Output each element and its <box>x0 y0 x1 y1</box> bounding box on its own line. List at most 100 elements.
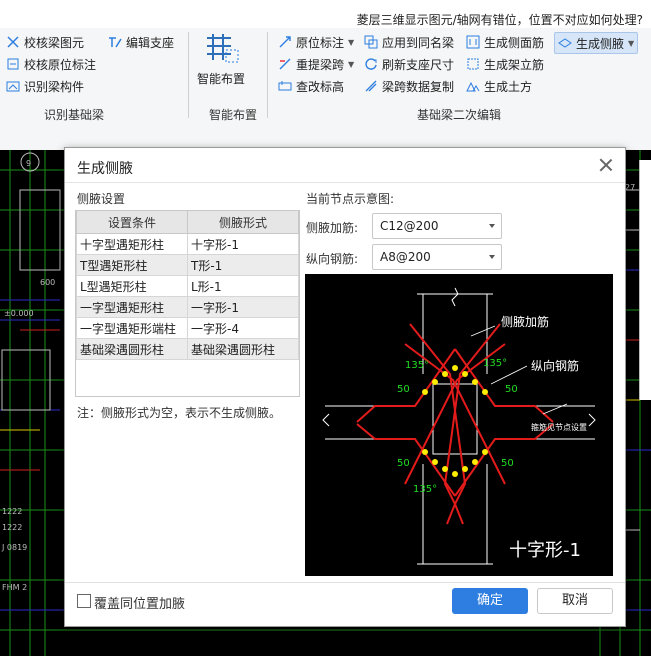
refresh-icon <box>364 57 378 71</box>
long-rebar-select[interactable]: A8@200 <box>372 244 502 270</box>
help-notice-bar: 菱层三维显示图元/轴网有错位，位置不对应如何处理? <box>0 8 651 28</box>
angle-label: 135° <box>405 360 429 371</box>
settings-label: 侧腋设置 <box>77 192 126 206</box>
table-note: 注：侧腋形式为空，表示不生成侧腋。 <box>77 406 282 420</box>
footer-divider <box>65 582 625 583</box>
group-label-smart: 智能布置 <box>209 108 258 122</box>
stirrup-note: 箍筋见节点设置 <box>531 422 587 432</box>
smart-layout-button[interactable]: 智能布置 <box>197 68 245 88</box>
ribbon-separator <box>188 32 189 118</box>
ribbon-toolbar: 校核梁图元 编辑支座 校核原位标注 识别梁构件 识别基础梁 智能布置 智能布置 … <box>0 28 651 125</box>
table-cell[interactable]: 一字形-1 <box>187 296 299 318</box>
node-preview: 侧腋加筋 纵向钢筋 135° 135° 135° 50 50 50 50 箍筋见… <box>305 274 613 576</box>
haunch-rebar-note: 侧腋加筋 <box>501 314 549 329</box>
svg-text:J 0819: J 0819 <box>1 543 27 552</box>
gen-earthwork-button[interactable]: 生成土方 <box>466 76 532 96</box>
close-icon[interactable] <box>597 156 615 174</box>
copy-icon <box>364 79 378 93</box>
ok-button[interactable]: 确定 <box>452 588 528 614</box>
table-cell: L型遇矩形柱 <box>76 275 188 297</box>
table-cell: 一字型遇矩形柱 <box>76 296 188 318</box>
table-cell[interactable]: 一字形-4 <box>187 317 299 339</box>
reprop-span-icon <box>278 57 292 71</box>
earthwork-icon <box>466 79 480 93</box>
table-header: 侧腋形式 <box>187 210 299 234</box>
haunch-rebar-select[interactable]: C12@200 <box>372 213 502 239</box>
haunch-rebar-label: 侧腋加筋: <box>306 221 359 235</box>
refresh-support-button[interactable]: 刷新支座尺寸 <box>364 54 454 74</box>
check-original-icon <box>6 57 20 71</box>
haunch-icon <box>558 36 572 50</box>
dimension-label: 50 <box>505 384 518 395</box>
cover-same-label[interactable]: 覆盖同位置加腋 <box>94 593 185 612</box>
table-row[interactable]: 十字型遇矩形柱 十字形-1 <box>76 233 299 255</box>
settings-table: 设置条件 侧腋形式 十字型遇矩形柱 十字形-1 T型遇矩形柱 T形-1 L型遇矩形柱… <box>76 210 299 360</box>
stirrup-icon <box>466 57 480 71</box>
dimension-label: 50 <box>397 384 410 395</box>
svg-text:9: 9 <box>26 159 31 168</box>
table-row[interactable]: 一字型遇矩形端柱 一字形-4 <box>76 317 299 339</box>
haunch-rebar-lines <box>356 323 554 525</box>
gen-side-rebar-button[interactable]: 生成侧面筋 <box>466 32 544 52</box>
modify-elevation-button[interactable]: 查改标高 <box>278 76 344 96</box>
gen-stirrup-button[interactable]: 生成架立筋 <box>466 54 544 74</box>
shape-name-label: 十字形-1 <box>509 540 581 561</box>
right-side-panel <box>639 160 651 400</box>
svg-text:1222: 1222 <box>2 523 22 532</box>
dialog-title: 生成侧腋 <box>77 161 133 177</box>
gen-haunch-dialog: 生成侧腋 侧腋设置 设置条件 侧腋形式 十字型遇矩形柱 十字形-1 T型遇矩形柱 T… <box>64 147 626 627</box>
table-cell[interactable]: 基础梁遇圆形柱 <box>187 338 299 360</box>
title-divider <box>65 182 625 183</box>
check-beam-button[interactable]: 校核梁图元 <box>6 32 84 52</box>
svg-text:600: 600 <box>40 278 55 287</box>
table-cell: 十字型遇矩形柱 <box>76 233 188 255</box>
svg-text:1222: 1222 <box>2 507 22 516</box>
table-cell[interactable]: T形-1 <box>187 254 299 276</box>
svg-text:FHM 2: FHM 2 <box>2 583 27 592</box>
chevron-down-icon: ▼ <box>348 37 355 47</box>
dimension-label: 50 <box>397 458 410 469</box>
table-cell: 基础梁遇圆形柱 <box>76 338 188 360</box>
apply-same-name-button[interactable]: 应用到同名梁 <box>364 32 454 52</box>
chevron-down-icon: ▼ <box>348 59 355 69</box>
table-header: 设置条件 <box>76 210 188 234</box>
reprop-span-button[interactable]: 重提梁跨 ▼ <box>278 54 354 74</box>
angle-label: 135° <box>413 484 437 495</box>
long-rebar-note: 纵向钢筋 <box>531 358 579 373</box>
table-cell[interactable]: 十字形-1 <box>187 233 299 255</box>
apply-same-icon <box>364 35 378 49</box>
gen-haunch-button[interactable]: 生成侧腋 ▼ <box>554 32 639 54</box>
table-cell: T型遇矩形柱 <box>76 254 188 276</box>
chevron-down-icon: ▼ <box>628 38 635 48</box>
group-label-identify: 识别基础梁 <box>44 108 105 122</box>
table-cell: 一字型遇矩形端柱 <box>76 317 188 339</box>
ribbon-separator <box>267 32 268 118</box>
original-label-icon <box>278 35 292 49</box>
table-row[interactable]: L型遇矩形柱 L形-1 <box>76 275 299 297</box>
original-label-button[interactable]: 原位标注 ▼ <box>278 32 354 52</box>
span-data-copy-button[interactable]: 梁跨数据复制 <box>364 76 454 96</box>
cover-same-checkbox[interactable] <box>77 594 91 608</box>
help-notice-link[interactable]: 菱层三维显示图元/轴网有错位，位置不对应如何处理? <box>357 11 643 28</box>
table-cell[interactable]: L形-1 <box>187 275 299 297</box>
modify-elevation-icon <box>278 79 292 93</box>
side-rebar-icon <box>466 35 480 49</box>
edit-support-button[interactable]: 编辑支座 <box>108 32 174 52</box>
long-rebar-label: 纵向钢筋: <box>306 252 359 266</box>
check-beam-icon <box>6 35 20 49</box>
identify-beam-button[interactable]: 识别梁构件 <box>6 76 84 96</box>
edit-support-icon <box>108 35 122 49</box>
table-row[interactable]: T型遇矩形柱 T形-1 <box>76 254 299 276</box>
preview-label: 当前节点示意图: <box>306 192 395 206</box>
cancel-button[interactable]: 取消 <box>537 588 613 614</box>
check-original-button[interactable]: 校核原位标注 <box>6 54 96 74</box>
group-label-second-edit: 基础梁二次编辑 <box>417 108 502 122</box>
identify-beam-icon <box>6 79 20 93</box>
chevron-down-icon <box>489 224 495 228</box>
smart-layout-icon[interactable] <box>203 32 243 68</box>
svg-text:±0.000: ±0.000 <box>4 309 34 318</box>
angle-label: 135° <box>483 358 507 369</box>
table-row[interactable]: 一字型遇矩形柱 一字形-1 <box>76 296 299 318</box>
dimension-label: 50 <box>501 458 514 469</box>
table-row[interactable]: 基础梁遇圆形柱 基础梁遇圆形柱 <box>76 338 299 360</box>
